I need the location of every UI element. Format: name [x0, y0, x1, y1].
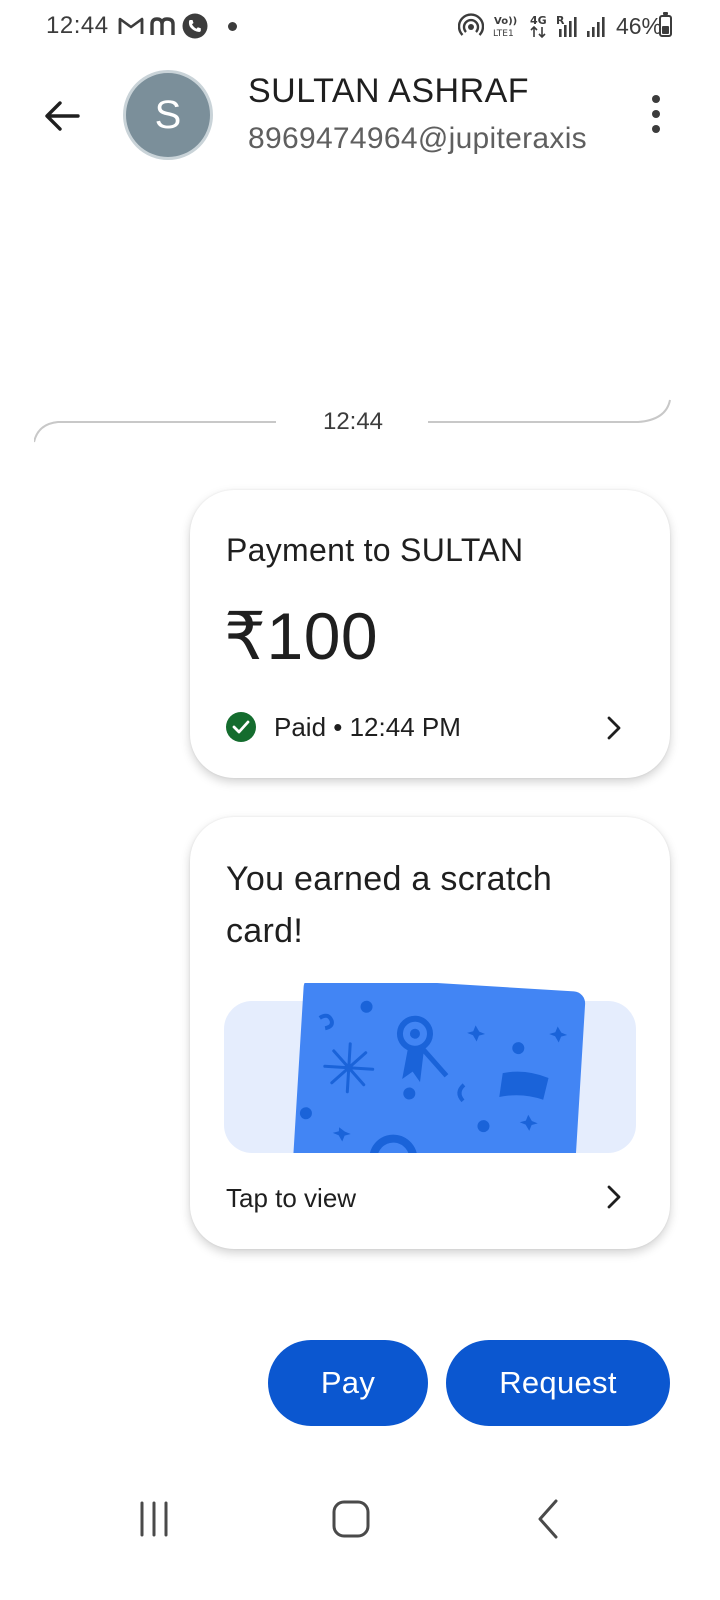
- svg-text:4G: 4G: [530, 14, 547, 27]
- chevron-right-icon[interactable]: [602, 1181, 626, 1213]
- payment-status-text: Paid • 12:44 PM: [274, 711, 461, 742]
- status-time: 12:44: [46, 12, 109, 39]
- scratch-card-graphic: [292, 983, 586, 1153]
- svg-text:Vo)): Vo)): [494, 16, 517, 27]
- scratch-card-title: You earned a scratch card!: [226, 860, 553, 950]
- roaming-signal-icon: R: [556, 13, 578, 39]
- chat-header: S SULTAN ASHRAF 8969474964@jupiteraxis: [0, 60, 720, 170]
- payment-amount: ₹100: [224, 599, 379, 673]
- more-vert-icon: [652, 95, 660, 103]
- chevron-right-icon[interactable]: [602, 712, 626, 744]
- status-bar: 12:44 Vo)) LTE1 4G R 46%: [0, 0, 720, 52]
- hotspot-icon: [457, 13, 484, 39]
- scratch-card[interactable]: You earned a scratch card! Tap to view: [190, 817, 670, 1249]
- chat-timestamp: 12:44: [322, 408, 384, 435]
- chevron-left-icon: [538, 1499, 558, 1539]
- pay-button[interactable]: Pay: [268, 1340, 428, 1426]
- recents-button[interactable]: [124, 1494, 184, 1544]
- system-back-button[interactable]: [520, 1494, 580, 1544]
- svg-text:LTE1: LTE1: [493, 29, 514, 39]
- gmail-icon: [118, 16, 144, 36]
- battery-icon: [659, 12, 672, 37]
- signal-icon: [586, 13, 608, 39]
- back-button[interactable]: [38, 92, 86, 140]
- notification-dot: [228, 21, 237, 31]
- svg-text:R: R: [556, 14, 565, 27]
- payment-status: Paid • 12:44 PM: [226, 710, 461, 744]
- tap-to-view-label: Tap to view: [226, 1183, 357, 1213]
- recents-icon: [140, 1501, 168, 1537]
- avatar[interactable]: S: [123, 70, 213, 160]
- scratch-card-image[interactable]: [224, 983, 636, 1153]
- request-button[interactable]: Request: [446, 1340, 670, 1426]
- home-button[interactable]: [321, 1494, 381, 1544]
- status-system-icons: Vo)) LTE1 4G R 46%: [457, 12, 662, 40]
- contact-upi-id[interactable]: 8969474964@jupiteraxis: [248, 122, 587, 156]
- 4g-data-icon: 4G: [528, 13, 548, 39]
- status-notification-icons: [118, 12, 237, 40]
- m-app-icon: [150, 16, 176, 36]
- home-icon: [332, 1500, 370, 1538]
- timestamp-divider: 12:44: [34, 398, 672, 446]
- volte-icon: Vo)) LTE1: [492, 13, 520, 39]
- contact-name[interactable]: SULTAN ASHRAF: [248, 72, 529, 111]
- arrow-back-icon: [45, 101, 80, 131]
- phone-call-icon: [182, 13, 208, 39]
- check-circle-icon: [226, 712, 256, 742]
- payment-card[interactable]: Payment to SULTAN ₹100 Paid • 12:44 PM: [190, 490, 670, 778]
- battery-percent: 46%: [615, 12, 662, 39]
- payment-title: Payment to SULTAN: [226, 532, 524, 568]
- more-options-button[interactable]: [636, 90, 676, 138]
- system-nav-bar: [0, 1480, 720, 1560]
